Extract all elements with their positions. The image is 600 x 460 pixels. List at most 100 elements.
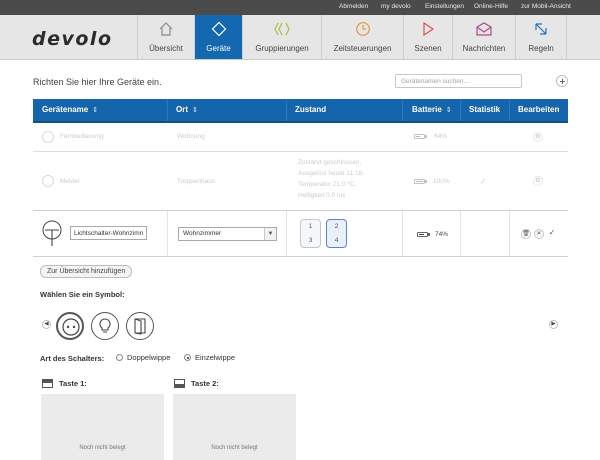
device-state-line: Temperatur 21.0 °C, — [298, 181, 357, 188]
col-divider — [509, 99, 510, 121]
col-battery-header[interactable]: Batterie ⇕ — [412, 99, 452, 121]
table-row[interactable]: Melder Treppenhaus Zustand geschlossen, … — [33, 152, 568, 209]
col-location-header[interactable]: Ort ⇕ — [176, 99, 198, 121]
chevron-right-icon[interactable]: ▶ — [549, 320, 558, 329]
tab-messages-label: Nachrichten — [462, 44, 506, 53]
col-divider — [509, 211, 510, 256]
device-location: Treppenhaus — [177, 178, 216, 185]
tab-schedules-label: Zeitsteuerungen — [333, 44, 392, 53]
tab-rules[interactable]: Regeln — [515, 15, 567, 59]
sort-icon: ⇕ — [92, 107, 99, 114]
online-help-link[interactable]: Online-Hilfe — [474, 3, 508, 10]
chevron-left-icon[interactable]: ◀ — [42, 320, 51, 329]
cancel-icon[interactable]: ✕ — [534, 229, 544, 239]
delete-icon[interactable]: 🗑 — [521, 229, 531, 239]
col-divider — [167, 211, 168, 256]
settings-icon[interactable]: ⚙ — [533, 176, 543, 186]
rules-icon — [516, 21, 566, 39]
tab-devices[interactable]: Geräte — [194, 15, 242, 59]
settings-link[interactable]: Einstellungen — [425, 3, 464, 10]
devices-table-header: Gerätename ⇕ Ort ⇕ Zustand Batterie ⇕ Stati… — [33, 99, 568, 123]
rocker-left[interactable]: 1 3 — [300, 219, 321, 248]
battery-fill — [416, 136, 421, 137]
add-to-overview-button[interactable]: Zur Übersicht hinzufügen — [40, 265, 133, 278]
tab-devices-label: Geräte — [206, 44, 231, 53]
mobile-view-link[interactable]: zur Mobil-Ansicht — [521, 3, 571, 10]
tab-groups-label: Gruppierungen — [255, 44, 309, 53]
device-state-line: Zustand geschlossen, — [298, 159, 362, 166]
chevron-down-icon[interactable]: ▼ — [264, 228, 276, 240]
col-name-header[interactable]: Gerätename ⇕ — [42, 99, 98, 121]
col-edit-label: Bearbeiten — [518, 105, 560, 114]
battery-fill — [419, 234, 425, 235]
location-select-value: Wohnzimmer — [183, 230, 222, 237]
device-search-input[interactable] — [395, 74, 522, 88]
rocker-key-2[interactable]: 2 — [332, 223, 341, 230]
device-name: Fernbedienung — [60, 133, 104, 140]
clock-icon — [322, 21, 403, 39]
key2-status: Noch nicht belegt — [211, 445, 258, 451]
tab-groups[interactable]: Gruppierungen — [242, 15, 321, 59]
tab-schedules[interactable]: Zeitsteuerungen — [321, 15, 403, 59]
key2-icon — [174, 379, 185, 388]
device-name-input[interactable] — [70, 226, 147, 240]
lamp-icon — [40, 220, 64, 251]
key1-icon-band — [43, 380, 52, 383]
col-stats-label: Statistik — [469, 105, 501, 114]
sort-icon: ⇕ — [445, 107, 452, 114]
col-name-label: Gerätename — [42, 105, 89, 114]
col-divider — [402, 211, 403, 256]
logout-link[interactable]: Abmelden — [339, 3, 368, 10]
rocker-key-1[interactable]: 1 — [306, 223, 315, 230]
key2-label: Taste 2: — [191, 379, 219, 388]
radio-single-rocker[interactable] — [184, 354, 191, 361]
rocker-key-3[interactable]: 3 — [306, 237, 315, 244]
settings-icon[interactable]: ⚙ — [533, 132, 543, 142]
confirm-icon[interactable]: ✓ — [547, 229, 557, 239]
key1-status: Noch nicht belegt — [79, 445, 126, 451]
key1-assignment-panel[interactable]: Noch nicht belegt — [41, 394, 164, 460]
device-state-line: Ausgelöst heute 11:16, — [298, 170, 365, 177]
devolo-logo[interactable]: devolo — [32, 28, 113, 50]
sensor-icon — [42, 175, 54, 187]
tab-overview-label: Übersicht — [149, 44, 183, 53]
battery-percent: 100% — [433, 178, 450, 185]
location-select[interactable]: Wohnzimmer ▼ — [178, 227, 277, 241]
add-device-button[interactable] — [556, 75, 568, 87]
battery-fill — [416, 181, 423, 182]
stats-check-icon[interactable]: ✓ — [480, 177, 487, 186]
battery-percent: 74% — [435, 231, 449, 238]
sort-icon: ⇕ — [192, 107, 198, 114]
tab-messages[interactable]: Nachrichten — [452, 15, 515, 59]
rocker-key-4[interactable]: 4 — [332, 237, 341, 244]
col-divider — [460, 99, 461, 121]
key2-assignment-panel[interactable]: Noch nicht belegt — [173, 394, 296, 460]
key1-icon — [42, 379, 53, 388]
tab-scenes[interactable]: Szenen — [403, 15, 452, 59]
col-divider — [167, 99, 168, 121]
battery-icon — [414, 134, 427, 139]
col-divider — [286, 211, 287, 256]
main-nav: devolo Übersicht Geräte Gruppierungen Ze… — [0, 15, 600, 60]
choose-symbol-label: Wählen Sie ein Symbol: — [40, 290, 125, 299]
battery-percent: 64% — [434, 133, 448, 140]
socket-icon[interactable] — [56, 312, 84, 340]
groups-icon — [243, 21, 321, 39]
table-row[interactable]: Fernbedienung Wohnung 64% ⚙ — [33, 123, 568, 151]
page-intro: Richten Sie hier Ihre Geräte ein. — [33, 77, 162, 87]
battery-icon — [414, 179, 427, 184]
col-divider — [402, 99, 403, 121]
col-location-label: Ort — [176, 105, 188, 114]
my-devolo-link[interactable]: my devolo — [381, 3, 411, 10]
play-icon — [404, 21, 452, 39]
col-divider — [286, 99, 287, 121]
radio-double-rocker[interactable] — [116, 354, 123, 361]
door-icon[interactable] — [126, 312, 154, 340]
key1-label: Taste 1: — [59, 379, 87, 388]
col-state-header: Zustand — [295, 99, 326, 121]
rocker-right[interactable]: 2 4 — [326, 219, 347, 248]
tab-overview[interactable]: Übersicht — [137, 15, 194, 59]
top-bar: Abmelden my devolo Einstellungen Online-… — [0, 0, 600, 15]
device-location: Wohnung — [177, 133, 205, 140]
bulb-icon[interactable] — [91, 312, 119, 340]
